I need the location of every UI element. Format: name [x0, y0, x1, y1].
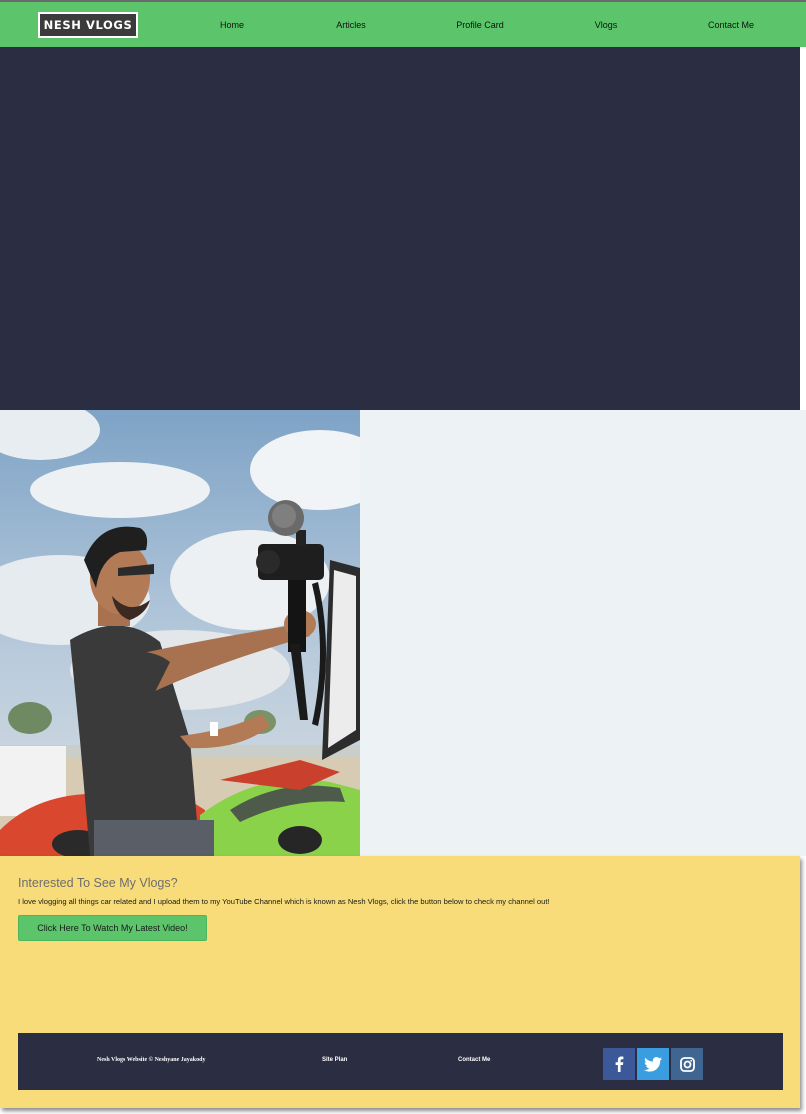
vlogs-heading: Interested To See My Vlogs?: [18, 876, 178, 890]
vlogs-section: Interested To See My Vlogs? I love vlogg…: [0, 856, 800, 1108]
nav-contact-me[interactable]: Contact Me: [708, 20, 754, 30]
watch-latest-video-button[interactable]: Click Here To Watch My Latest Video!: [18, 915, 207, 941]
nav-home[interactable]: Home: [220, 20, 244, 30]
nav-vlogs[interactable]: Vlogs: [595, 20, 618, 30]
side-panel: [360, 410, 806, 856]
top-navbar: NESH VLOGS Home Articles Profile Card Vl…: [0, 0, 806, 47]
footer: Nesh Vlogs Website © Neshyane Jayakody S…: [18, 1033, 783, 1090]
footer-site-plan-link[interactable]: Site Plan: [322, 1057, 347, 1063]
hero-banner: [0, 47, 800, 410]
nav-profile-card[interactable]: Profile Card: [456, 20, 504, 30]
site-logo[interactable]: NESH VLOGS: [38, 12, 138, 38]
page-edge: [800, 47, 806, 410]
twitter-icon[interactable]: [637, 1048, 669, 1080]
footer-contact-link[interactable]: Contact Me: [458, 1057, 490, 1063]
vlogger-photo: [0, 410, 360, 856]
facebook-icon[interactable]: [603, 1048, 635, 1080]
instagram-icon[interactable]: [671, 1048, 703, 1080]
vlogs-description: I love vlogging all things car related a…: [18, 897, 550, 906]
nav-articles[interactable]: Articles: [336, 20, 366, 30]
footer-copyright: Nesh Vlogs Website © Neshyane Jayakody: [97, 1057, 206, 1063]
